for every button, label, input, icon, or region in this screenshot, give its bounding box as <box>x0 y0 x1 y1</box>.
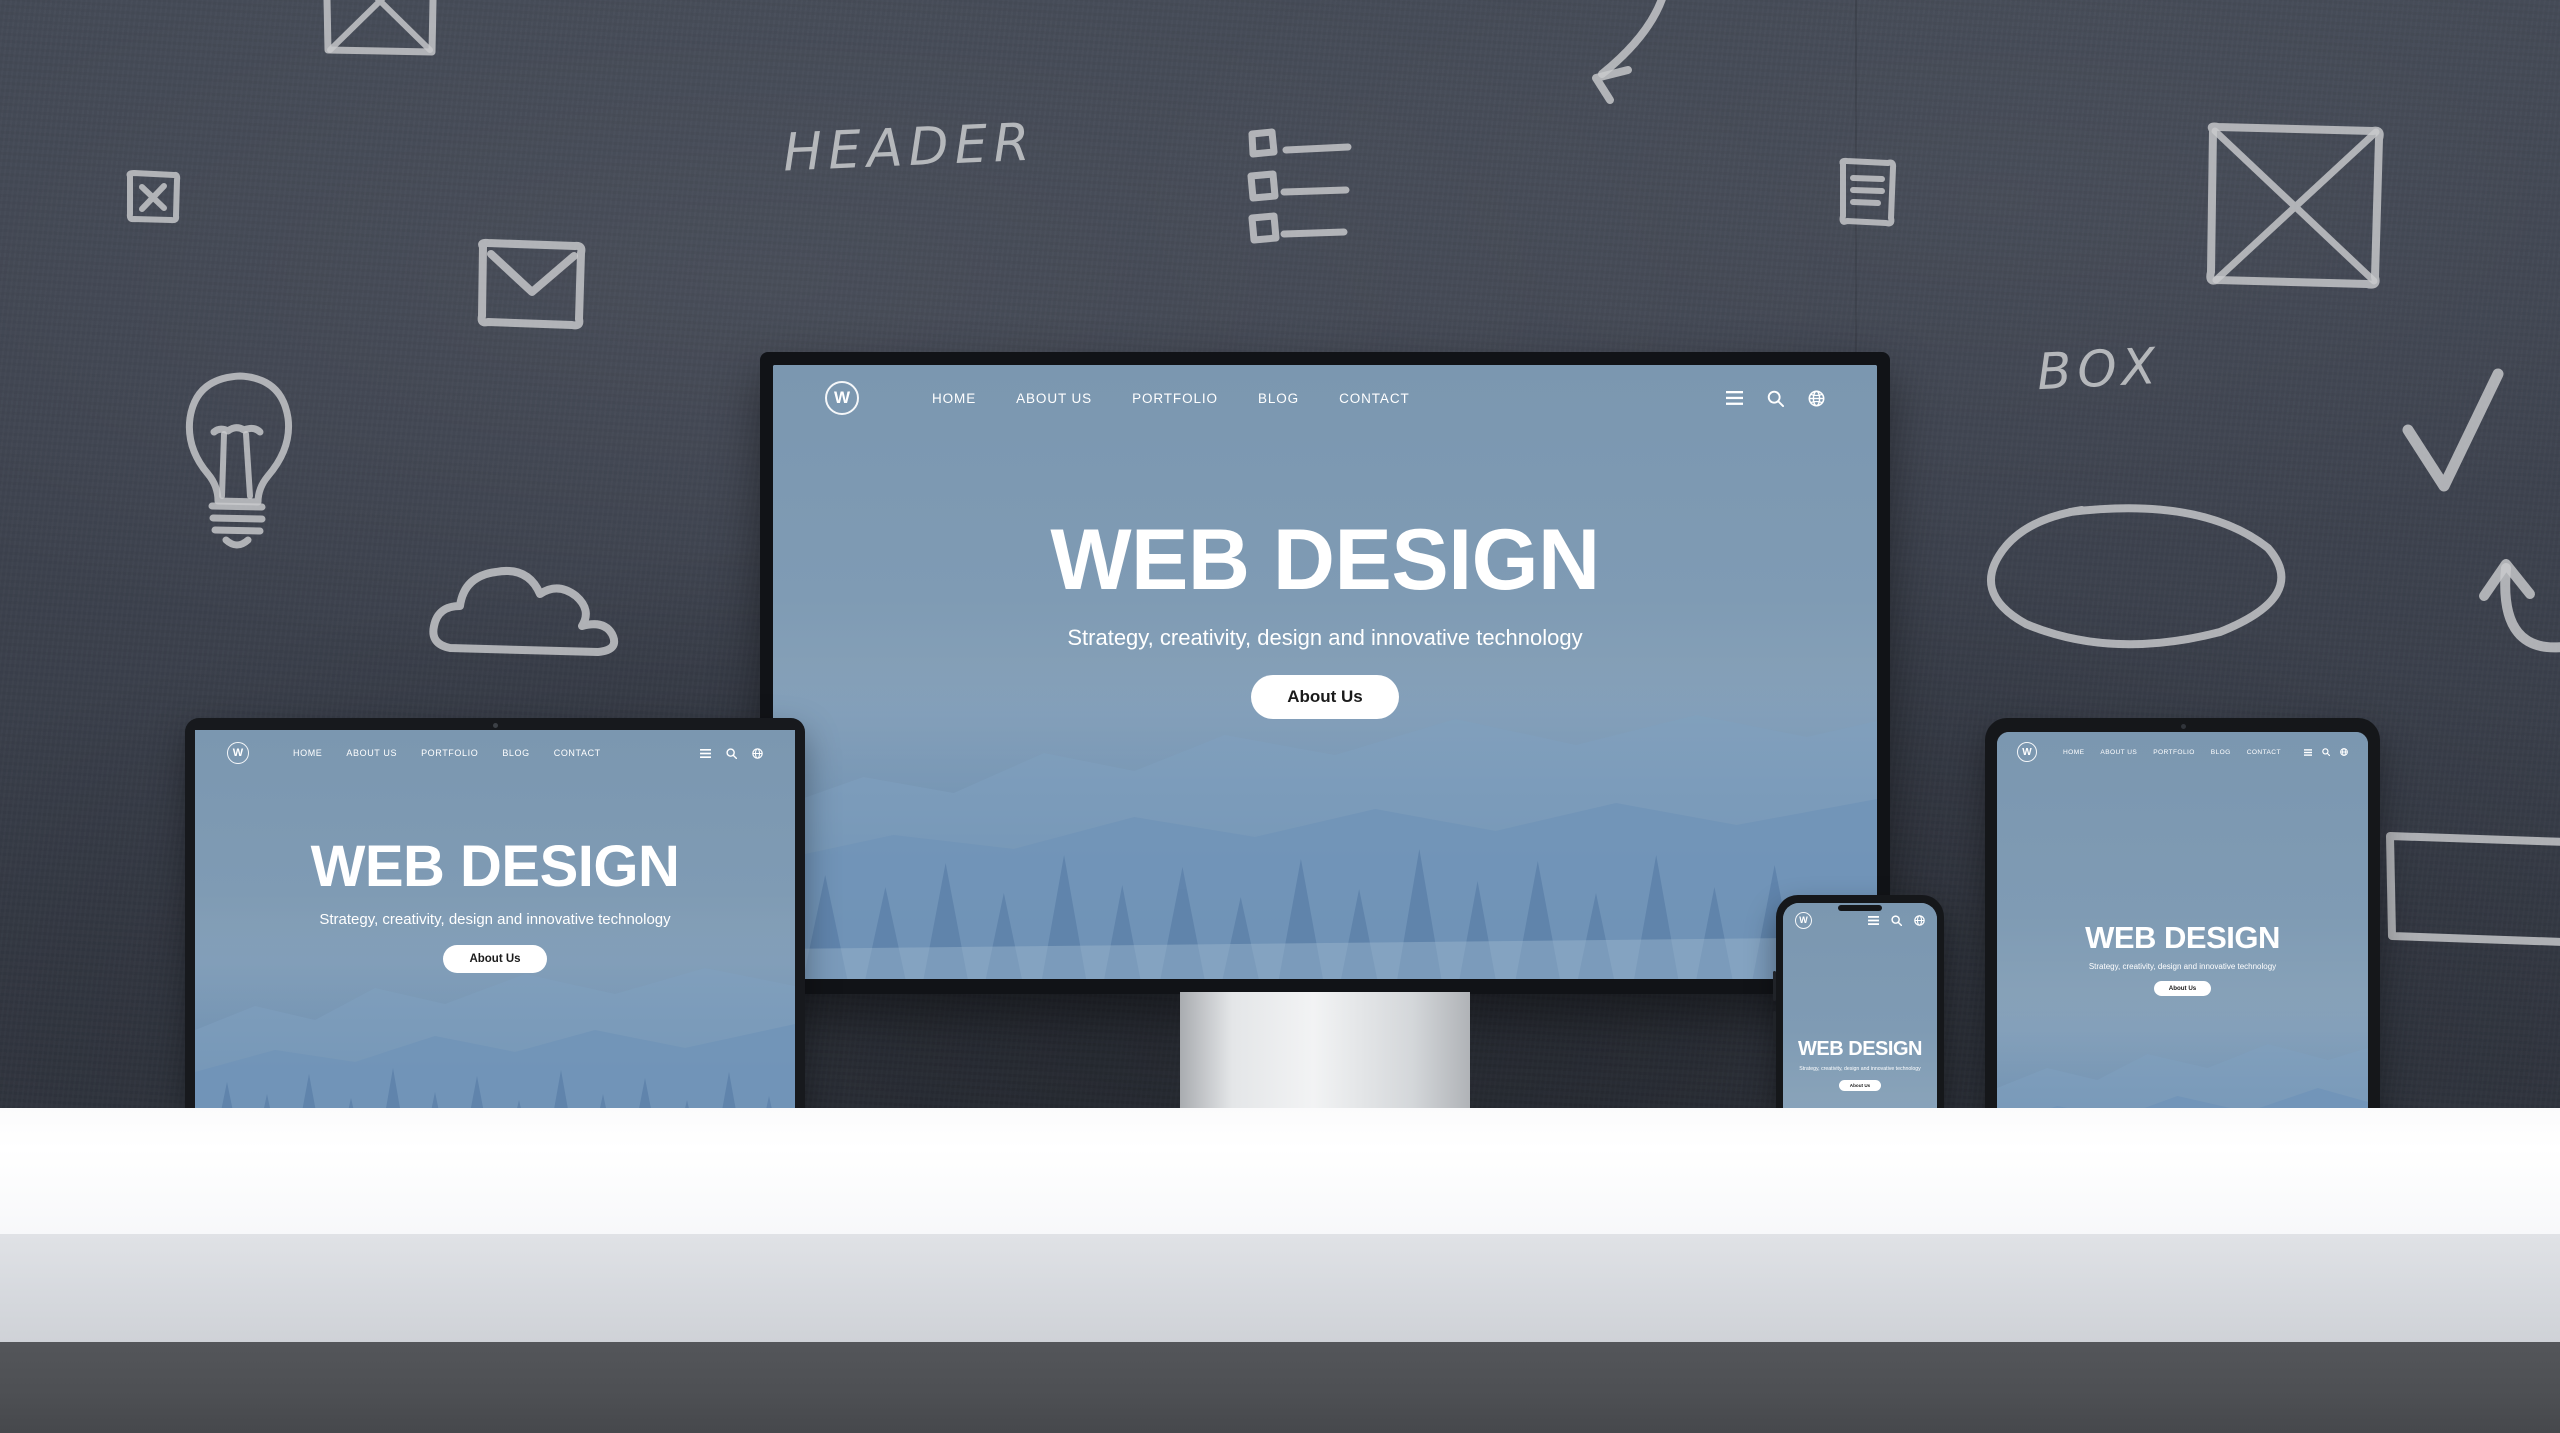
laptop-screen: W HOME ABOUT US PORTFOLIO BLOG CONTACT W… <box>195 730 795 1160</box>
logo-phone[interactable]: W <box>1795 911 1812 929</box>
hero-about-us-button[interactable]: About Us <box>443 945 547 973</box>
desk-surface <box>0 1108 2560 1234</box>
nav-link-blog[interactable]: BLOG <box>502 748 529 758</box>
floor <box>0 1342 2560 1433</box>
menu-icon[interactable] <box>1868 915 1879 925</box>
nav-link-portfolio[interactable]: PORTFOLIO <box>421 748 478 758</box>
scene: HEADER BOX W HOME ABOUT US PORTFOLIO BLO… <box>0 0 2560 1433</box>
nav-link-home[interactable]: HOME <box>2063 749 2084 756</box>
nav-icons-tablet <box>2304 748 2348 756</box>
hero-title: WEB DESIGN <box>1798 1038 1922 1060</box>
site-navbar-monitor: W HOME ABOUT US PORTFOLIO BLOG CONTACT <box>773 365 1877 431</box>
ellipse-sketch <box>1987 504 2286 649</box>
box-sketch-text: BOX <box>2035 336 2164 402</box>
image-placeholder-sketch-top-left <box>323 0 437 56</box>
hero-monitor: WEB DESIGN Strategy, creativity, design … <box>773 517 1877 719</box>
nav-icons-laptop <box>700 747 763 759</box>
hero-title: WEB DESIGN <box>2085 920 2280 955</box>
nav-link-portfolio[interactable]: PORTFOLIO <box>1132 391 1218 406</box>
logo-tablet[interactable]: W <box>2017 742 2037 762</box>
hero-tablet: WEB DESIGN Strategy, creativity, design … <box>1997 922 2368 996</box>
nav-link-about-us[interactable]: ABOUT US <box>2100 749 2137 756</box>
globe-icon[interactable] <box>2340 748 2348 756</box>
nav-icons-phone <box>1868 914 1925 926</box>
nav-link-blog[interactable]: BLOG <box>2211 749 2231 756</box>
logo-letter: W <box>1799 915 1808 925</box>
header-sketch-text: HEADER <box>781 112 1037 184</box>
search-icon[interactable] <box>1891 914 1902 926</box>
nav-link-contact[interactable]: CONTACT <box>1339 391 1410 406</box>
hero-about-us-button[interactable]: About Us <box>2153 981 2212 996</box>
checkmark-sketch <box>2402 368 2504 492</box>
desk-front-edge <box>0 1234 2560 1342</box>
hero-laptop: WEB DESIGN Strategy, creativity, design … <box>195 838 795 973</box>
nav-links-laptop: HOME ABOUT US PORTFOLIO BLOG CONTACT <box>293 748 601 758</box>
nav-link-contact[interactable]: CONTACT <box>2247 749 2281 756</box>
globe-icon[interactable] <box>1808 390 1825 407</box>
phone-power-button[interactable] <box>1773 1011 1776 1041</box>
hero-subtitle: Strategy, creativity, design and innovat… <box>1067 625 1583 650</box>
cloud-sketch <box>429 567 619 656</box>
website-monitor: W HOME ABOUT US PORTFOLIO BLOG CONTACT W… <box>773 365 1877 979</box>
curved-arrow-down-sketch <box>1592 0 1666 104</box>
nav-link-about-us[interactable]: ABOUT US <box>346 748 397 758</box>
logo-letter: W <box>232 747 244 759</box>
hero-subtitle: Strategy, creativity, design and innovat… <box>319 911 671 928</box>
close-box-sketch <box>126 170 181 224</box>
hero-about-us-button[interactable]: About Us <box>1251 675 1399 719</box>
nav-links-monitor: HOME ABOUT US PORTFOLIO BLOG CONTACT <box>932 391 1410 406</box>
site-navbar-tablet: W HOME ABOUT US PORTFOLIO BLOG CONTACT <box>1997 732 2368 772</box>
nav-link-about-us[interactable]: ABOUT US <box>1016 391 1092 406</box>
hero-title: WEB DESIGN <box>1050 512 1600 608</box>
laptop-lid: W HOME ABOUT US PORTFOLIO BLOG CONTACT W… <box>185 718 805 1170</box>
document-sketch <box>1839 157 1897 227</box>
search-icon[interactable] <box>726 747 737 759</box>
envelope-sketch <box>477 238 586 330</box>
laptop-camera <box>493 723 498 728</box>
image-placeholder-sketch-top-right <box>2206 122 2384 289</box>
nav-link-home[interactable]: HOME <box>293 748 322 758</box>
rectangle-sketch <box>2386 832 2560 946</box>
hero-subtitle: Strategy, creativity, design and innovat… <box>1799 1066 1921 1072</box>
site-navbar-laptop: W HOME ABOUT US PORTFOLIO BLOG CONTACT <box>195 730 795 776</box>
hero-subtitle: Strategy, creativity, design and innovat… <box>2088 962 2277 971</box>
logo-monitor[interactable]: W <box>825 381 859 415</box>
nav-links-tablet: HOME ABOUT US PORTFOLIO BLOG CONTACT <box>2063 749 2281 756</box>
lightbulb-sketch <box>185 372 293 549</box>
hero-title: WEB DESIGN <box>310 834 680 899</box>
search-icon[interactable] <box>2322 748 2330 756</box>
logo-letter: W <box>833 388 851 407</box>
tablet-camera <box>2180 724 2186 729</box>
device-monitor: W HOME ABOUT US PORTFOLIO BLOG CONTACT W… <box>760 352 1890 994</box>
checklist-sketch <box>1247 128 1352 244</box>
nav-link-portfolio[interactable]: PORTFOLIO <box>2153 749 2195 756</box>
monitor-screen: W HOME ABOUT US PORTFOLIO BLOG CONTACT W… <box>773 365 1877 979</box>
nav-link-contact[interactable]: CONTACT <box>554 748 601 758</box>
hero-phone: WEB DESIGN Strategy, creativity, design … <box>1783 1039 1937 1092</box>
menu-icon[interactable] <box>700 748 711 758</box>
logo-letter: W <box>2022 746 2032 758</box>
logo-laptop[interactable]: W <box>227 742 249 764</box>
curved-arrow-up-sketch <box>2479 559 2560 653</box>
search-icon[interactable] <box>1767 390 1784 407</box>
phone-notch <box>1838 905 1882 911</box>
globe-icon[interactable] <box>752 747 763 759</box>
menu-icon[interactable] <box>2304 748 2312 756</box>
menu-icon[interactable] <box>1726 391 1743 405</box>
hero-about-us-button[interactable]: About Us <box>1838 1080 1882 1091</box>
nav-link-blog[interactable]: BLOG <box>1258 391 1299 406</box>
nav-icons-monitor <box>1726 390 1825 407</box>
globe-icon[interactable] <box>1914 914 1925 926</box>
nav-link-home[interactable]: HOME <box>932 391 976 406</box>
phone-volume-button[interactable] <box>1773 971 1776 1001</box>
website-laptop: W HOME ABOUT US PORTFOLIO BLOG CONTACT W… <box>195 730 795 1160</box>
